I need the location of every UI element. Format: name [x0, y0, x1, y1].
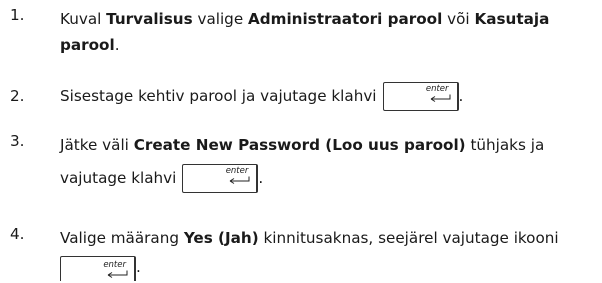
text-run: .	[114, 36, 120, 54]
enter-key-icon: enter	[382, 82, 459, 111]
text-run: Jätke väli	[60, 136, 134, 154]
step-number: 4.	[10, 225, 25, 243]
text-run: Sisestage kehtiv parool ja vajutage klah…	[60, 87, 377, 105]
step-text-line-2: enter.	[60, 256, 590, 282]
enter-key-label: enter	[425, 84, 449, 94]
enter-key-label: enter	[103, 260, 126, 270]
step-text: Jätke väli Create New Password (Loo uus …	[60, 132, 590, 158]
text-run: tühjaks ja	[465, 136, 545, 154]
step-number: 2.	[10, 87, 25, 105]
text-run: .	[258, 169, 264, 187]
ui-term-yes: Yes (Jah)	[183, 229, 259, 247]
enter-arrow-icon	[430, 94, 451, 102]
enter-key-icon: enter	[60, 256, 136, 281]
step-number: 3.	[10, 132, 25, 150]
ui-term-create-new-password: Create New Password (Loo uus parool)	[133, 136, 466, 154]
step-text: Kuval Turvalisus valige Administraatori …	[60, 6, 590, 58]
enter-arrow-icon	[107, 270, 128, 278]
ui-term-security: Turvalisus	[106, 10, 193, 28]
step-text: Valige määrang Yes (Jah) kinnitusaknas, …	[60, 225, 590, 251]
text-run: valige	[192, 10, 248, 28]
enter-key-label: enter	[225, 166, 249, 176]
text-run: või	[442, 10, 475, 28]
text-run: vajutage klahvi	[60, 169, 177, 187]
enter-arrow-icon	[230, 176, 250, 184]
text-run: kinnitusaknas, seejärel vajutage ikooni	[258, 229, 559, 247]
step-text-line-2: vajutage klahvi enter.	[60, 163, 590, 193]
enter-key-icon: enter	[182, 164, 259, 193]
text-run: .	[136, 258, 141, 276]
text-run: Kuval	[60, 10, 107, 28]
step-number: 1.	[10, 6, 25, 24]
text-run: .	[458, 87, 464, 105]
text-run: Valige määrang	[60, 229, 184, 247]
ui-term-admin-password: Administraatori parool	[248, 10, 443, 28]
step-text: Sisestage kehtiv parool ja vajutage klah…	[60, 81, 590, 111]
